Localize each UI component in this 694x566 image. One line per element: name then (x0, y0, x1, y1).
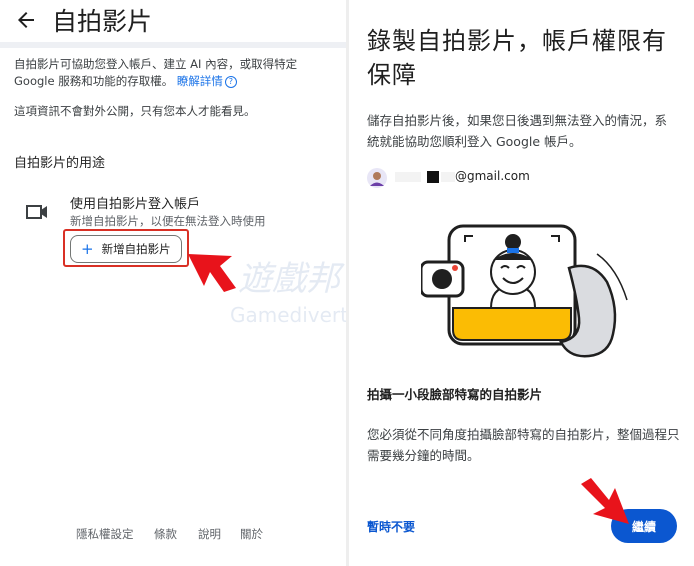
page-title: 自拍影片 (52, 7, 153, 36)
skip-button[interactable]: 暫時不要 (367, 518, 415, 535)
email-redaction (395, 172, 421, 182)
section-title: 自拍影片的用途 (14, 156, 106, 171)
header-divider (0, 42, 346, 48)
add-selfie-button-label: 新增自拍影片 (101, 242, 171, 256)
selfie-signin-title: 使用自拍影片登入帳戶 (70, 197, 201, 212)
subsection-title: 拍攝一小段臉部特寫的自拍影片 (367, 387, 543, 402)
selfie-illustration (421, 224, 628, 358)
description-text: 儲存自拍影片後，如果您日後遇到無法登入的情況，系統就能協助您順利登入 Googl… (367, 113, 668, 149)
footer-terms-link[interactable]: 條款 (154, 526, 177, 542)
top-app-bar: 自拍影片 (0, 0, 346, 42)
help-circle-icon: ? (224, 75, 237, 88)
intro-body: 自拍影片可協助您登入帳戶、建立 AI 內容，或取得特定 Google 服務和功能… (14, 57, 298, 88)
red-annotation-arrow (581, 478, 629, 524)
email-redaction-block (427, 171, 439, 183)
back-arrow-icon[interactable] (14, 8, 38, 32)
selfie-signin-subtitle: 新增自拍影片，以便在無法登入時使用 (70, 214, 266, 228)
subsection-text: 您必須從不同角度拍攝臉部特寫的自拍影片，整個過程只需要幾分鐘的時間。 (367, 427, 680, 463)
footer-privacy-link[interactable]: 隱私權設定 (76, 526, 134, 542)
avatar-icon (367, 168, 387, 188)
watermark-logo: 遊戲邦 Gamediverter (230, 259, 346, 327)
privacy-note: 這項資訊不會對外公開，只有您本人才能看見。 (14, 104, 256, 118)
add-selfie-button[interactable]: + 新增自拍影片 (70, 235, 182, 263)
plus-icon: + (81, 239, 94, 258)
watermark-en: Gamediverter (230, 303, 346, 327)
page-title: 錄製自拍影片，帳戶權限有保障 (367, 27, 667, 89)
footer-about-link[interactable]: 關於 (240, 526, 263, 542)
footer-help-link[interactable]: 說明 (198, 526, 221, 542)
video-camera-icon (26, 205, 47, 219)
learn-more-link[interactable]: 瞭解詳情 (177, 74, 223, 88)
account-email: @gmail.com (455, 169, 530, 183)
intro-text: 自拍影片可協助您登入帳戶、建立 AI 內容，或取得特定 Google 服務和功能… (14, 56, 330, 90)
watermark-cn: 遊戲邦 (238, 259, 345, 299)
left-panel: 自拍影片 自拍影片可協助您登入帳戶、建立 AI 內容，或取得特定 Google … (0, 0, 346, 566)
email-redaction (441, 172, 455, 182)
right-panel: 錄製自拍影片，帳戶權限有保障 儲存自拍影片後，如果您日後遇到無法登入的情況，系統… (349, 0, 694, 566)
